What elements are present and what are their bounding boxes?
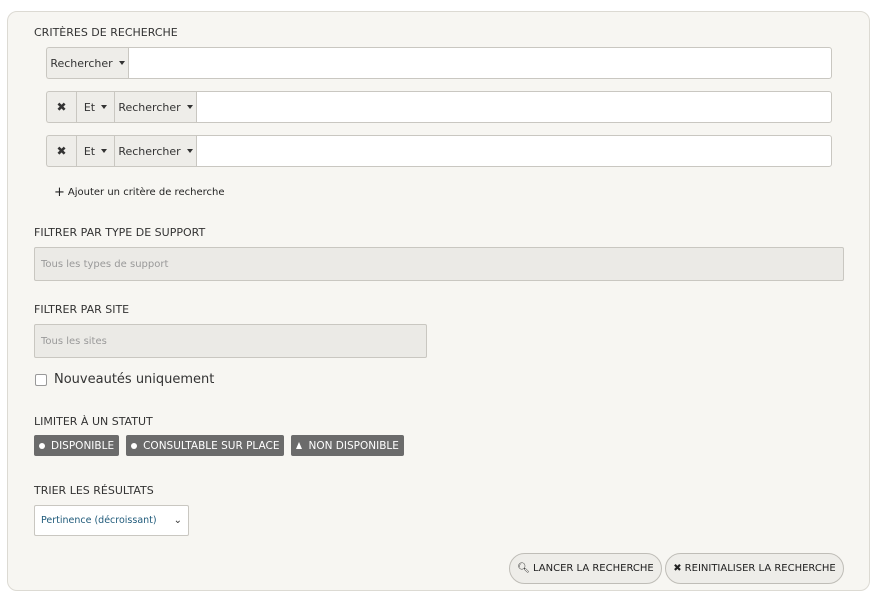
site-placeholder: Tous les sites [41,335,107,347]
status-onsite-badge[interactable]: CONSULTABLE SUR PLACE [126,435,285,456]
operator-dropdown[interactable]: Et [76,135,114,167]
reset-button[interactable]: ✖ REINITIALISER LA RECHERCHE [665,553,844,584]
status-title: LIMITER À UN STATUT [34,415,153,428]
dot-icon [39,442,45,449]
caret-down-icon [186,149,193,153]
advanced-search-panel: CRITÈRES DE RECHERCHE Rechercher ✖ Et Re… [7,11,870,591]
criterion-input[interactable] [196,91,832,123]
status-unavailable-badge[interactable]: NON DISPONIBLE [291,435,404,456]
add-criterion-link[interactable]: + Ajouter un critère de recherche [54,184,225,200]
field-dropdown-label: Rechercher [50,56,113,70]
status-label: CONSULTABLE SUR PLACE [143,439,280,452]
criterion-input[interactable] [196,135,832,167]
plus-icon: + [54,184,65,200]
new-only-label: Nouveautés uniquement [54,372,215,387]
criteria-title: CRITÈRES DE RECHERCHE [34,26,178,39]
remove-criterion-button[interactable]: ✖ [46,91,76,123]
criterion-input[interactable] [128,47,832,79]
search-icon: 🔍︎ [517,563,530,574]
status-label: NON DISPONIBLE [308,439,399,452]
close-icon: ✖ [56,144,67,158]
support-type-select[interactable]: Tous les types de support [34,247,844,281]
search-button-label: LANCER LA RECHERCHE [532,563,654,574]
sort-select[interactable]: Pertinence (décroissant) ⌄ [34,505,189,536]
sort-selected-value: Pertinence (décroissant) [41,515,157,526]
caret-down-icon [101,105,108,109]
search-button[interactable]: 🔍︎ LANCER LA RECHERCHE [509,553,662,584]
field-dropdown-label: Rechercher [118,144,181,158]
close-icon: ✖ [673,563,682,574]
field-dropdown[interactable]: Rechercher [114,91,196,123]
field-dropdown-label: Rechercher [118,100,181,114]
dot-icon [131,442,138,449]
caret-down-icon [186,105,193,109]
criterion-row: ✖ Et Rechercher [46,135,832,167]
status-label: DISPONIBLE [51,439,115,452]
sort-title: TRIER LES RÉSULTATS [34,484,154,497]
status-available-badge[interactable]: DISPONIBLE [34,435,120,456]
criterion-row: Rechercher [46,47,832,79]
site-filter-title: FILTRER PAR SITE [34,303,130,316]
new-only-checkbox[interactable] [35,373,47,386]
operator-dropdown[interactable]: Et [76,91,114,123]
add-criterion-label: Ajouter un critère de recherche [67,187,225,198]
field-dropdown[interactable]: Rechercher [46,47,128,79]
caret-down-icon [101,149,108,153]
warning-triangle-icon [296,442,303,449]
field-dropdown[interactable]: Rechercher [114,135,196,167]
site-select[interactable]: Tous les sites [34,324,427,358]
new-only-option: Nouveautés uniquement [35,372,214,387]
criterion-row: ✖ Et Rechercher [46,91,832,123]
reset-button-label: REINITIALISER LA RECHERCHE [684,563,836,574]
chevron-down-icon: ⌄ [173,515,182,526]
close-icon: ✖ [56,100,67,114]
operator-label: Et [83,144,96,158]
status-badges: DISPONIBLE CONSULTABLE SUR PLACE NON DIS… [34,435,404,456]
support-type-placeholder: Tous les types de support [41,258,169,270]
remove-criterion-button[interactable]: ✖ [46,135,76,167]
operator-label: Et [83,100,96,114]
support-filter-title: FILTRER PAR TYPE DE SUPPORT [34,226,206,239]
caret-down-icon [118,61,125,65]
